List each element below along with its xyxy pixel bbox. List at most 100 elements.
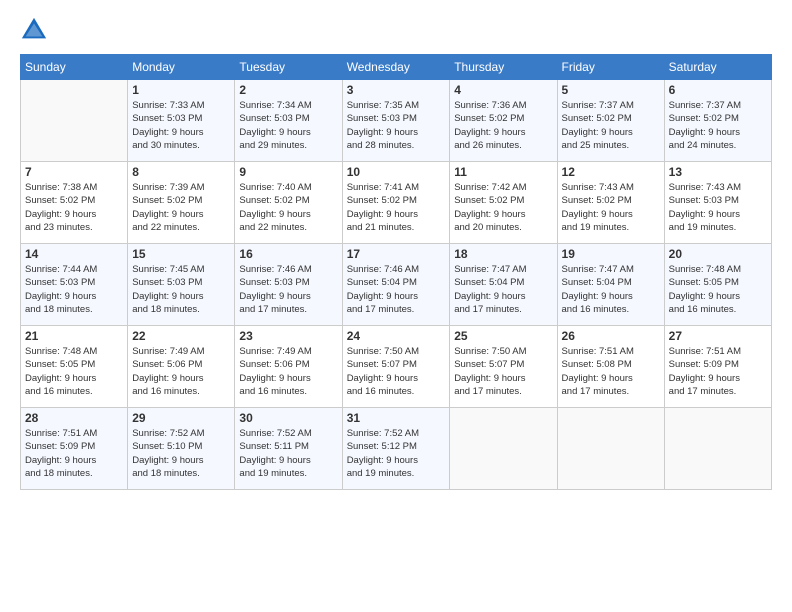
day-info: Sunrise: 7:41 AMSunset: 5:02 PMDaylight:…	[347, 181, 446, 234]
calendar-cell: 13 Sunrise: 7:43 AMSunset: 5:03 PMDayligh…	[664, 162, 771, 244]
calendar-cell: 15 Sunrise: 7:45 AMSunset: 5:03 PMDayligh…	[128, 244, 235, 326]
calendar-cell	[450, 408, 557, 490]
day-info: Sunrise: 7:43 AMSunset: 5:03 PMDaylight:…	[669, 181, 767, 234]
weekday-header: Friday	[557, 55, 664, 80]
calendar-cell: 7 Sunrise: 7:38 AMSunset: 5:02 PMDaylight…	[21, 162, 128, 244]
calendar-cell: 30Sunrise: 7:52 AMSunset: 5:11 PMDayligh…	[235, 408, 342, 490]
day-number: 20	[669, 247, 767, 261]
day-info: Sunrise: 7:38 AMSunset: 5:02 PMDaylight:…	[25, 181, 123, 234]
calendar-cell: 6 Sunrise: 7:37 AMSunset: 5:02 PMDaylight…	[664, 80, 771, 162]
day-number: 4	[454, 83, 552, 97]
page-container: SundayMondayTuesdayWednesdayThursdayFrid…	[0, 0, 792, 500]
calendar-cell: 5 Sunrise: 7:37 AMSunset: 5:02 PMDaylight…	[557, 80, 664, 162]
day-info: Sunrise: 7:52 AMSunset: 5:12 PMDaylight:…	[347, 427, 446, 480]
calendar-cell: 17 Sunrise: 7:46 AMSunset: 5:04 PMDayligh…	[342, 244, 450, 326]
calendar-cell: 31 Sunrise: 7:52 AMSunset: 5:12 PMDayligh…	[342, 408, 450, 490]
day-number: 15	[132, 247, 230, 261]
day-info: Sunrise: 7:44 AMSunset: 5:03 PMDaylight:…	[25, 263, 123, 316]
day-number: 21	[25, 329, 123, 343]
calendar-cell: 4 Sunrise: 7:36 AMSunset: 5:02 PMDaylight…	[450, 80, 557, 162]
logo-icon	[20, 16, 48, 44]
calendar-cell: 23 Sunrise: 7:49 AMSunset: 5:06 PMDayligh…	[235, 326, 342, 408]
day-number: 23	[239, 329, 337, 343]
calendar-cell: 28 Sunrise: 7:51 AMSunset: 5:09 PMDayligh…	[21, 408, 128, 490]
day-number: 16	[239, 247, 337, 261]
day-info: Sunrise: 7:47 AMSunset: 5:04 PMDaylight:…	[562, 263, 660, 316]
calendar-week-row: 1 Sunrise: 7:33 AMSunset: 5:03 PMDaylight…	[21, 80, 772, 162]
calendar-cell: 27 Sunrise: 7:51 AMSunset: 5:09 PMDayligh…	[664, 326, 771, 408]
day-info: Sunrise: 7:49 AMSunset: 5:06 PMDaylight:…	[239, 345, 337, 398]
day-number: 7	[25, 165, 123, 179]
day-info: Sunrise: 7:37 AMSunset: 5:02 PMDaylight:…	[669, 99, 767, 152]
day-info: Sunrise: 7:50 AMSunset: 5:07 PMDaylight:…	[454, 345, 552, 398]
day-number: 24	[347, 329, 446, 343]
calendar-cell	[21, 80, 128, 162]
day-info: Sunrise: 7:50 AMSunset: 5:07 PMDaylight:…	[347, 345, 446, 398]
calendar-cell: 22 Sunrise: 7:49 AMSunset: 5:06 PMDayligh…	[128, 326, 235, 408]
calendar-cell: 20 Sunrise: 7:48 AMSunset: 5:05 PMDayligh…	[664, 244, 771, 326]
calendar-cell: 24 Sunrise: 7:50 AMSunset: 5:07 PMDayligh…	[342, 326, 450, 408]
calendar-cell: 29 Sunrise: 7:52 AMSunset: 5:10 PMDayligh…	[128, 408, 235, 490]
weekday-header: Thursday	[450, 55, 557, 80]
day-info: Sunrise: 7:48 AMSunset: 5:05 PMDaylight:…	[25, 345, 123, 398]
calendar-cell: 16 Sunrise: 7:46 AMSunset: 5:03 PMDayligh…	[235, 244, 342, 326]
day-number: 2	[239, 83, 337, 97]
calendar-week-row: 21 Sunrise: 7:48 AMSunset: 5:05 PMDayligh…	[21, 326, 772, 408]
calendar-cell: 2 Sunrise: 7:34 AMSunset: 5:03 PMDaylight…	[235, 80, 342, 162]
day-info: Sunrise: 7:42 AMSunset: 5:02 PMDaylight:…	[454, 181, 552, 234]
day-number: 27	[669, 329, 767, 343]
day-info: Sunrise: 7:45 AMSunset: 5:03 PMDaylight:…	[132, 263, 230, 316]
day-number: 12	[562, 165, 660, 179]
calendar-cell: 26Sunrise: 7:51 AMSunset: 5:08 PMDayligh…	[557, 326, 664, 408]
day-number: 31	[347, 411, 446, 425]
day-info: Sunrise: 7:52 AMSunset: 5:11 PMDaylight:…	[239, 427, 337, 480]
day-number: 5	[562, 83, 660, 97]
calendar-cell: 1 Sunrise: 7:33 AMSunset: 5:03 PMDaylight…	[128, 80, 235, 162]
day-info: Sunrise: 7:51 AMSunset: 5:09 PMDaylight:…	[669, 345, 767, 398]
day-info: Sunrise: 7:49 AMSunset: 5:06 PMDaylight:…	[132, 345, 230, 398]
calendar-cell: 14 Sunrise: 7:44 AMSunset: 5:03 PMDayligh…	[21, 244, 128, 326]
day-number: 8	[132, 165, 230, 179]
day-number: 14	[25, 247, 123, 261]
header	[20, 16, 772, 44]
calendar-cell: 3Sunrise: 7:35 AMSunset: 5:03 PMDaylight…	[342, 80, 450, 162]
day-number: 3	[347, 83, 446, 97]
day-info: Sunrise: 7:33 AMSunset: 5:03 PMDaylight:…	[132, 99, 230, 152]
calendar-week-row: 7 Sunrise: 7:38 AMSunset: 5:02 PMDaylight…	[21, 162, 772, 244]
calendar-cell: 25 Sunrise: 7:50 AMSunset: 5:07 PMDayligh…	[450, 326, 557, 408]
day-info: Sunrise: 7:51 AMSunset: 5:09 PMDaylight:…	[25, 427, 123, 480]
day-info: Sunrise: 7:37 AMSunset: 5:02 PMDaylight:…	[562, 99, 660, 152]
day-number: 29	[132, 411, 230, 425]
calendar-cell: 12 Sunrise: 7:43 AMSunset: 5:02 PMDayligh…	[557, 162, 664, 244]
calendar-table: SundayMondayTuesdayWednesdayThursdayFrid…	[20, 54, 772, 490]
day-number: 11	[454, 165, 552, 179]
day-number: 13	[669, 165, 767, 179]
day-number: 28	[25, 411, 123, 425]
day-info: Sunrise: 7:52 AMSunset: 5:10 PMDaylight:…	[132, 427, 230, 480]
day-number: 17	[347, 247, 446, 261]
weekday-header: Monday	[128, 55, 235, 80]
day-number: 6	[669, 83, 767, 97]
calendar-cell: 9Sunrise: 7:40 AMSunset: 5:02 PMDaylight…	[235, 162, 342, 244]
day-number: 10	[347, 165, 446, 179]
day-number: 22	[132, 329, 230, 343]
day-number: 25	[454, 329, 552, 343]
day-info: Sunrise: 7:43 AMSunset: 5:02 PMDaylight:…	[562, 181, 660, 234]
day-info: Sunrise: 7:47 AMSunset: 5:04 PMDaylight:…	[454, 263, 552, 316]
day-info: Sunrise: 7:46 AMSunset: 5:03 PMDaylight:…	[239, 263, 337, 316]
weekday-header: Wednesday	[342, 55, 450, 80]
calendar-cell: 18Sunrise: 7:47 AMSunset: 5:04 PMDayligh…	[450, 244, 557, 326]
calendar-cell: 19Sunrise: 7:47 AMSunset: 5:04 PMDayligh…	[557, 244, 664, 326]
day-info: Sunrise: 7:34 AMSunset: 5:03 PMDaylight:…	[239, 99, 337, 152]
logo	[20, 16, 50, 44]
calendar-cell: 10 Sunrise: 7:41 AMSunset: 5:02 PMDayligh…	[342, 162, 450, 244]
day-info: Sunrise: 7:46 AMSunset: 5:04 PMDaylight:…	[347, 263, 446, 316]
day-info: Sunrise: 7:39 AMSunset: 5:02 PMDaylight:…	[132, 181, 230, 234]
day-number: 1	[132, 83, 230, 97]
day-info: Sunrise: 7:36 AMSunset: 5:02 PMDaylight:…	[454, 99, 552, 152]
calendar-week-row: 14 Sunrise: 7:44 AMSunset: 5:03 PMDayligh…	[21, 244, 772, 326]
weekday-header: Tuesday	[235, 55, 342, 80]
calendar-cell	[664, 408, 771, 490]
calendar-cell: 11 Sunrise: 7:42 AMSunset: 5:02 PMDayligh…	[450, 162, 557, 244]
day-info: Sunrise: 7:48 AMSunset: 5:05 PMDaylight:…	[669, 263, 767, 316]
